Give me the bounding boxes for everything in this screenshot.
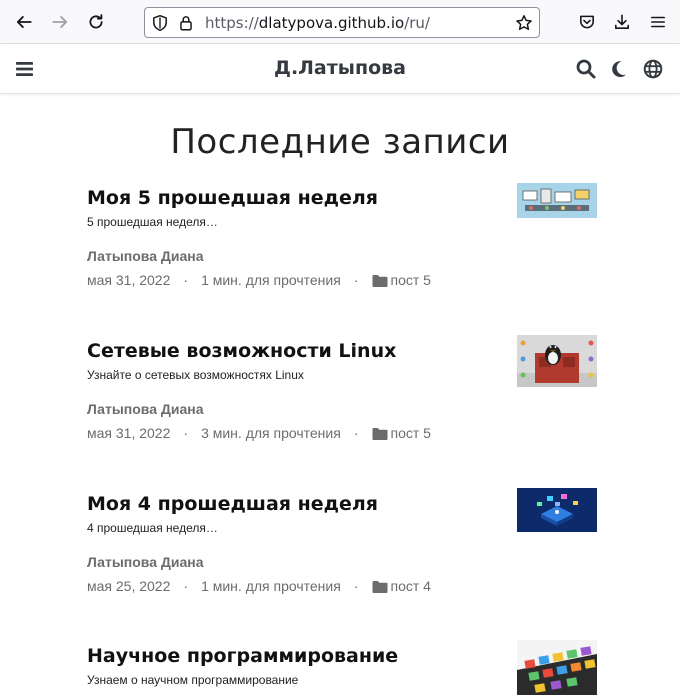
page-title: Последние записи <box>170 122 510 162</box>
meta-separator: · <box>183 425 189 441</box>
post-author: Латыпова Диана <box>87 401 204 417</box>
arrow-right-icon <box>52 16 68 28</box>
menu-icon <box>651 16 665 28</box>
post-card: Моя 4 прошедшая неделя 4 прошедшая недел… <box>87 488 597 595</box>
dark-mode-moon-icon[interactable] <box>608 58 630 80</box>
post-read-time: 3 мин. для прочтения <box>201 425 341 441</box>
url-path: /ru/ <box>404 14 430 32</box>
post-author: Латыпова Диана <box>87 248 204 264</box>
post-card: Сетевые возможности Linux Узнайте о сете… <box>87 335 597 442</box>
post-meta: мая 31, 2022 · 3 мин. для прочтения · по… <box>87 425 597 442</box>
forward-button[interactable] <box>46 8 74 36</box>
post-author: Латыпова Диана <box>87 554 204 570</box>
language-globe-icon[interactable] <box>642 58 664 80</box>
post-read-time: 1 мин. для прочтения <box>201 578 341 594</box>
pocket-icon <box>580 15 594 29</box>
week-4-thumbnail[interactable] <box>517 488 597 532</box>
address-bar[interactable]: https://dlatypova.github.io/ru/ <box>144 7 540 38</box>
bookmark-star-icon[interactable] <box>515 14 533 32</box>
meta-separator: · <box>353 425 359 441</box>
post-meta: мая 31, 2022 · 1 мин. для прочтения · по… <box>87 272 597 289</box>
post-category-link[interactable]: пост 5 <box>391 272 431 289</box>
post-category-link[interactable]: пост 5 <box>391 425 431 442</box>
post-date: мая 25, 2022 <box>87 578 171 594</box>
folder-icon <box>372 274 387 287</box>
post-card: Научное программирование Узнаем о научно… <box>87 640 597 695</box>
search-icon[interactable] <box>575 58 597 80</box>
meta-separator: · <box>353 578 359 594</box>
post-read-time: 1 мин. для прочтения <box>201 272 341 288</box>
shield-icon[interactable] <box>151 14 169 32</box>
post-card: Моя 5 прошедшая неделя 5 прошедшая недел… <box>87 183 597 289</box>
url-scheme: https:// <box>205 14 259 32</box>
post-category-link[interactable]: пост 4 <box>391 578 431 595</box>
lock-icon[interactable] <box>177 14 195 32</box>
scientific-programming-thumbnail[interactable] <box>517 640 597 695</box>
meta-separator: · <box>183 578 189 594</box>
reload-icon <box>89 14 103 29</box>
reload-button[interactable] <box>82 8 110 36</box>
linux-penguin-thumbnail[interactable] <box>517 335 597 387</box>
app-menu-button[interactable] <box>644 8 672 36</box>
download-icon <box>615 14 629 29</box>
week-5-thumbnail[interactable] <box>517 183 597 218</box>
post-meta: мая 25, 2022 · 1 мин. для прочтения · по… <box>87 578 597 595</box>
url-text[interactable]: https://dlatypova.github.io/ru/ <box>205 14 430 32</box>
site-navbar: Д.Латыпова <box>0 44 680 94</box>
arrow-left-icon <box>16 16 32 28</box>
meta-separator: · <box>353 272 359 288</box>
back-button[interactable] <box>10 8 38 36</box>
browser-toolbar: https://dlatypova.github.io/ru/ <box>0 0 680 44</box>
meta-separator: · <box>183 272 189 288</box>
post-date: мая 31, 2022 <box>87 425 171 441</box>
url-host: dlatypova.github.io <box>258 14 405 32</box>
folder-icon <box>372 427 387 440</box>
downloads-button[interactable] <box>608 8 636 36</box>
pocket-button[interactable] <box>573 8 601 36</box>
post-date: мая 31, 2022 <box>87 272 171 288</box>
folder-icon <box>372 580 387 593</box>
